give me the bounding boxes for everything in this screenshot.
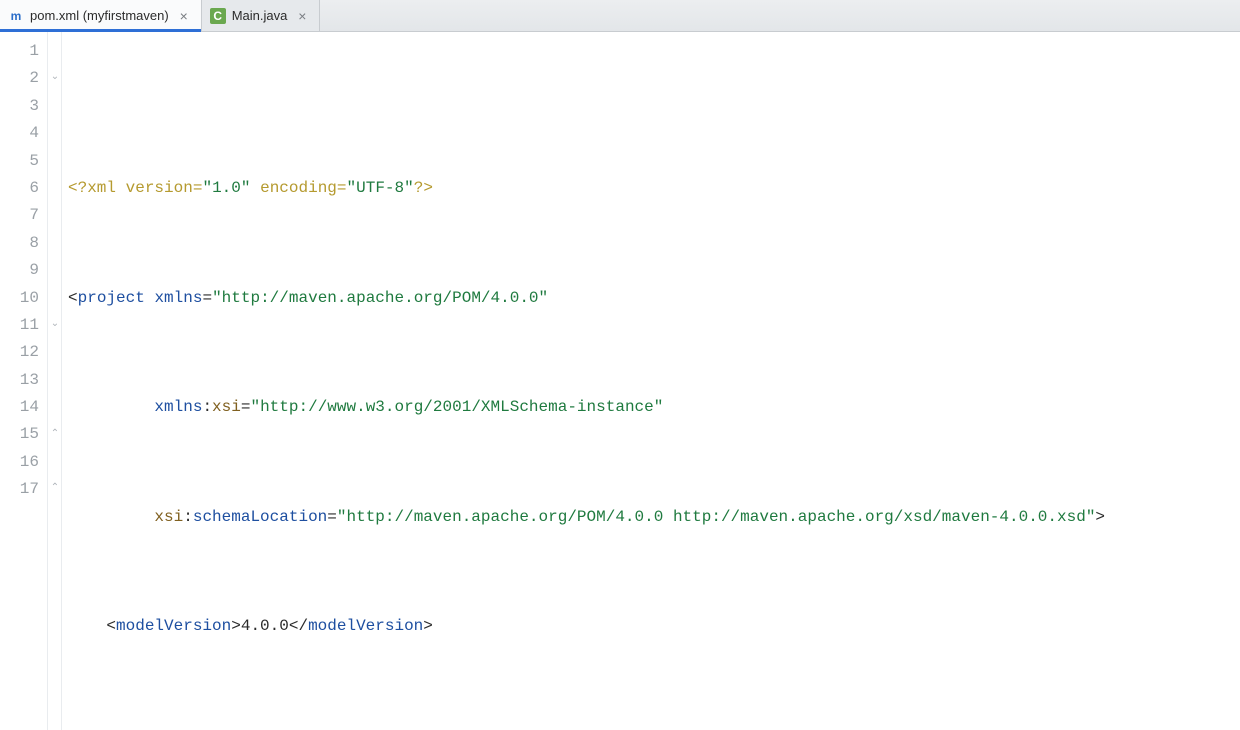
fold-gutter: ⌄ ⌄ ⌃ ⌃ [48,32,62,730]
xml-version: 1.0 [212,179,241,197]
line-number: 16 [0,449,39,476]
maven-icon: m [8,8,24,24]
line-number: 10 [0,285,39,312]
fold-toggle-icon[interactable]: ⌃ [50,484,60,494]
line-number: 11 [0,312,39,339]
line-number: 8 [0,230,39,257]
model-version: 4.0.0 [241,617,289,635]
line-number: 14 [0,394,39,421]
line-number: 1 [0,38,39,65]
line-number: 2 [0,65,39,92]
java-class-icon: C [210,8,226,24]
attr-xmlns: http://maven.apache.org/POM/4.0.0 [222,289,539,307]
line-number: 15 [0,421,39,448]
editor-tab-bar: m pom.xml (myfirstmaven) × C Main.java × [0,0,1240,32]
line-number: 17 [0,476,39,503]
tab-main-java[interactable]: C Main.java × [202,0,321,31]
line-number: 4 [0,120,39,147]
line-number: 5 [0,148,39,175]
close-icon[interactable]: × [177,9,191,23]
xml-encoding: UTF-8 [356,179,404,197]
line-number: 9 [0,257,39,284]
attr-xmlns-xsi: http://www.w3.org/2001/XMLSchema-instanc… [260,398,654,416]
fold-toggle-icon[interactable]: ⌃ [50,430,60,440]
line-number-gutter: 1234567891011121314151617 [0,32,48,730]
attr-schema-location: http://maven.apache.org/POM/4.0.0 http:/… [346,508,1085,526]
fold-toggle-icon[interactable]: ⌄ [50,320,60,330]
close-icon[interactable]: × [295,9,309,23]
code-content[interactable]: <?xml version="1.0" encoding="UTF-8"?> <… [62,32,1240,730]
tab-label: pom.xml (myfirstmaven) [30,8,169,23]
tab-label: Main.java [232,8,288,23]
fold-toggle-icon[interactable]: ⌄ [50,73,60,83]
line-number: 6 [0,175,39,202]
line-number: 3 [0,93,39,120]
line-number: 13 [0,367,39,394]
tab-pom-xml[interactable]: m pom.xml (myfirstmaven) × [0,0,202,31]
line-number: 7 [0,202,39,229]
code-editor[interactable]: 1234567891011121314151617 ⌄⌄⌃⌃ <?xml ver… [0,32,1240,730]
line-number: 12 [0,339,39,366]
